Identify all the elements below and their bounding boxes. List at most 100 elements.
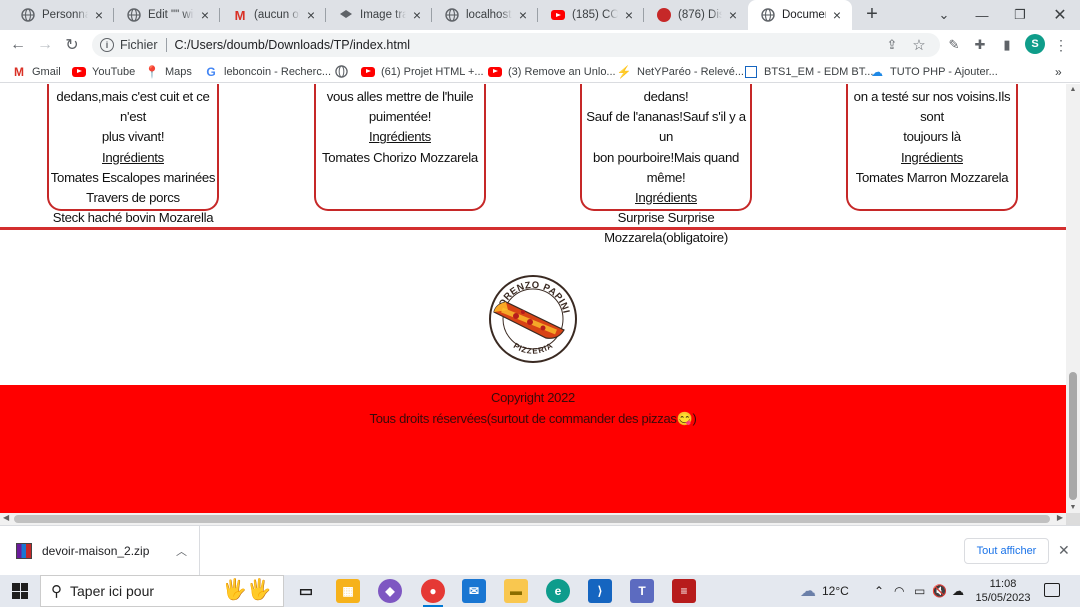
globe-icon xyxy=(760,7,776,23)
store-icon[interactable]: ▦ xyxy=(336,579,360,603)
file-explorer-icon[interactable]: ▬ xyxy=(504,579,528,603)
bookmark-item[interactable]: YouTube xyxy=(72,63,135,80)
tab-title: localhost/su xyxy=(466,9,512,21)
card-text: on a testé sur nos voisins.Ils sont xyxy=(853,89,1011,125)
chevron-up-icon[interactable]: ⌃ xyxy=(874,575,884,607)
reload-icon[interactable]: ↻ xyxy=(61,34,83,56)
onedrive-icon[interactable]: ☁ xyxy=(952,575,964,607)
ingredients-heading: Ingrédients xyxy=(635,190,697,206)
browser-tab-active[interactable]: Document × xyxy=(748,0,852,30)
scroll-right-icon[interactable]: ▶ xyxy=(1057,513,1063,522)
vertical-scrollbar[interactable]: ▲ ▼ xyxy=(1066,84,1080,513)
browser-tab[interactable]: (185) COMP × xyxy=(538,0,644,30)
url-text[interactable]: C:/Users/doumb/Downloads/TP/index.html xyxy=(175,38,411,52)
close-icon[interactable]: × xyxy=(92,7,106,23)
chevron-up-icon[interactable]: ︿ xyxy=(176,543,187,559)
ingredient-line: Travers de porcs xyxy=(86,190,180,206)
browser-tab[interactable]: Edit "" with × xyxy=(114,0,220,30)
discord-icon xyxy=(656,7,672,23)
bookmark-item[interactable]: (61) Projet HTML +... xyxy=(361,63,484,80)
scroll-down-icon[interactable]: ▼ xyxy=(1069,504,1077,511)
profile-avatar[interactable]: S xyxy=(1025,34,1045,54)
browser-tab[interactable]: Image trans × xyxy=(326,0,432,30)
bookmark-item[interactable]: 📍 Maps xyxy=(145,63,192,80)
youtube-icon xyxy=(361,65,375,79)
windows-start-icon[interactable] xyxy=(12,583,28,599)
bookmark-star-icon[interactable]: ☆ xyxy=(911,37,927,54)
notification-icon[interactable] xyxy=(1044,583,1060,597)
teams-icon[interactable]: T xyxy=(630,579,654,603)
bookmark-label: (3) Remove an Unlo... xyxy=(508,65,616,78)
close-icon[interactable]: × xyxy=(830,7,844,23)
more-bookmarks-icon[interactable]: » xyxy=(1055,63,1062,80)
vscode-icon[interactable]: ⟩ xyxy=(588,579,612,603)
pizza-card: vous alles mettre de l'huile puimentée! … xyxy=(314,84,486,211)
youtube-icon xyxy=(488,65,502,79)
close-icon[interactable]: × xyxy=(410,7,424,23)
scrollbar-thumb[interactable] xyxy=(1069,372,1077,500)
edge-icon[interactable]: e xyxy=(546,579,570,603)
task-view-icon[interactable]: ▭ xyxy=(294,579,318,603)
tab-title: Document xyxy=(782,9,826,21)
horizontal-scrollbar[interactable]: ◀ ▶ xyxy=(0,513,1066,525)
netypareo-icon: ⚡ xyxy=(616,64,632,79)
close-icon[interactable]: × xyxy=(516,7,530,23)
tab-strip: Personnalis × Edit "" with × M (aucun ob… xyxy=(0,0,1080,30)
side-panel-icon[interactable]: ▮ xyxy=(999,37,1015,53)
taskbar-clock[interactable]: 11:08 15/05/2023 xyxy=(970,577,1036,605)
app-icon[interactable]: ◆ xyxy=(378,579,402,603)
download-item[interactable]: devoir-maison_2.zip ︿ xyxy=(0,526,200,575)
scrollbar-corner xyxy=(1066,513,1080,525)
close-icon[interactable]: × xyxy=(304,7,318,23)
battery-icon[interactable]: ▭ xyxy=(914,575,925,607)
back-icon[interactable]: ← xyxy=(7,34,29,56)
mail-icon[interactable]: ✉ xyxy=(462,579,486,603)
weather-widget[interactable]: ☁ 12°C xyxy=(800,575,849,607)
close-icon[interactable]: ✕ xyxy=(1058,542,1070,559)
scroll-left-icon[interactable]: ◀ xyxy=(3,513,9,522)
bookmark-item[interactable]: BTS1_EM - EDM BT... xyxy=(744,63,873,80)
card-text: Sauf de l'ananas!Sauf s'il y a un xyxy=(586,109,746,145)
card-text: puimentée! xyxy=(368,109,432,125)
network-icon[interactable]: ◠ xyxy=(894,575,904,607)
search-placeholder: Taper ici pour xyxy=(70,583,155,599)
browser-tab[interactable]: localhost/su × xyxy=(432,0,538,30)
bookmark-item[interactable] xyxy=(334,63,354,80)
minimize-icon[interactable]: — xyxy=(963,0,1001,30)
scroll-up-icon[interactable]: ▲ xyxy=(1069,86,1077,93)
bookmark-item[interactable]: ⚡ NetYParéo - Relevé... xyxy=(617,63,744,80)
close-icon[interactable]: × xyxy=(198,7,212,23)
close-window-icon[interactable]: ✕ xyxy=(1041,0,1079,30)
share-icon[interactable]: ⇪ xyxy=(884,37,900,53)
info-icon[interactable]: i xyxy=(100,38,114,52)
bookmark-item[interactable]: (3) Remove an Unlo... xyxy=(488,63,616,80)
speaker-muted-icon[interactable]: 🔇 xyxy=(932,575,947,607)
browser-tab[interactable]: M (aucun obje × xyxy=(220,0,326,30)
restore-icon[interactable]: ❐ xyxy=(1001,0,1039,30)
chrome-icon[interactable]: ● xyxy=(421,579,445,607)
close-icon[interactable]: × xyxy=(622,7,636,23)
browser-tab[interactable]: (876) Disco × xyxy=(644,0,748,30)
site-footer: Copyright 2022 Tous droits réservées(sur… xyxy=(0,385,1066,513)
winrar-icon[interactable]: ≡ xyxy=(672,579,696,603)
bookmark-item[interactable]: G leboncoin - Recherc... xyxy=(204,63,331,80)
bookmarks-bar: M Gmail YouTube 📍 Maps G leboncoin - Rec… xyxy=(0,60,1080,83)
show-all-button[interactable]: Tout afficher xyxy=(964,538,1049,564)
close-icon[interactable]: × xyxy=(726,7,740,23)
address-bar[interactable]: i Fichier C:/Users/doumb/Downloads/TP/in… xyxy=(92,33,940,57)
extensions-puzzle-icon[interactable]: ✚ xyxy=(972,37,988,53)
menu-kebab-icon[interactable]: ⋮ xyxy=(1053,37,1069,53)
browser-toolbar: ← → ↻ i Fichier C:/Users/doumb/Downloads… xyxy=(0,30,1080,60)
bookmark-label: (61) Projet HTML +... xyxy=(381,65,484,78)
rights-text: Tous droits réservées(surtout de command… xyxy=(369,411,697,426)
forward-icon[interactable]: → xyxy=(34,34,56,56)
hands-doodle-icon[interactable]: 🖐️🖐️ xyxy=(222,577,272,602)
bookmark-item[interactable]: M Gmail xyxy=(12,63,61,80)
extension-pen-icon[interactable]: ✎ xyxy=(946,37,962,53)
tab-search-icon[interactable]: ⌄ xyxy=(925,0,963,30)
browser-tab[interactable]: Personnalis × xyxy=(8,0,114,30)
gmail-icon: M xyxy=(234,7,246,23)
new-tab-button[interactable]: + xyxy=(862,4,882,25)
bookmark-item[interactable]: ☁ TUTO PHP - Ajouter... xyxy=(870,63,998,80)
scrollbar-thumb[interactable] xyxy=(14,515,1050,523)
